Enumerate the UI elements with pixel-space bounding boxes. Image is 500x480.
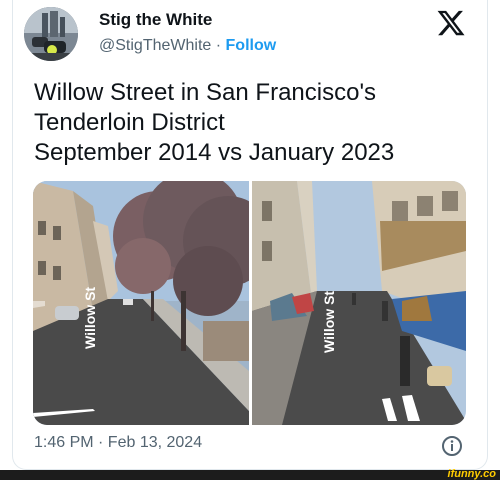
- watermark-bar: [0, 470, 500, 480]
- media-container[interactable]: Willow St Willow St: [33, 181, 466, 425]
- photo-2023[interactable]: Willow St: [252, 181, 466, 425]
- author-handle-row: @StigTheWhite · Follow: [99, 37, 276, 55]
- street-label-2023: Willow St: [321, 291, 337, 353]
- info-icon[interactable]: [441, 435, 463, 457]
- author-handle[interactable]: @StigTheWhite: [99, 37, 211, 54]
- street-label-2014: Willow St: [82, 287, 98, 349]
- follow-button[interactable]: Follow: [226, 37, 277, 54]
- tweet-timestamp[interactable]: 1:46 PM · Feb 13, 2024: [34, 434, 202, 452]
- watermark: ifunny.co: [447, 468, 496, 480]
- avatar[interactable]: [24, 7, 78, 61]
- author-name[interactable]: Stig the White: [99, 10, 212, 30]
- tweet-text: Willow Street in San Francisco's Tenderl…: [34, 79, 395, 166]
- separator: ·: [215, 37, 222, 54]
- photo-2014[interactable]: Willow St: [33, 181, 273, 425]
- x-logo-icon[interactable]: [436, 8, 466, 38]
